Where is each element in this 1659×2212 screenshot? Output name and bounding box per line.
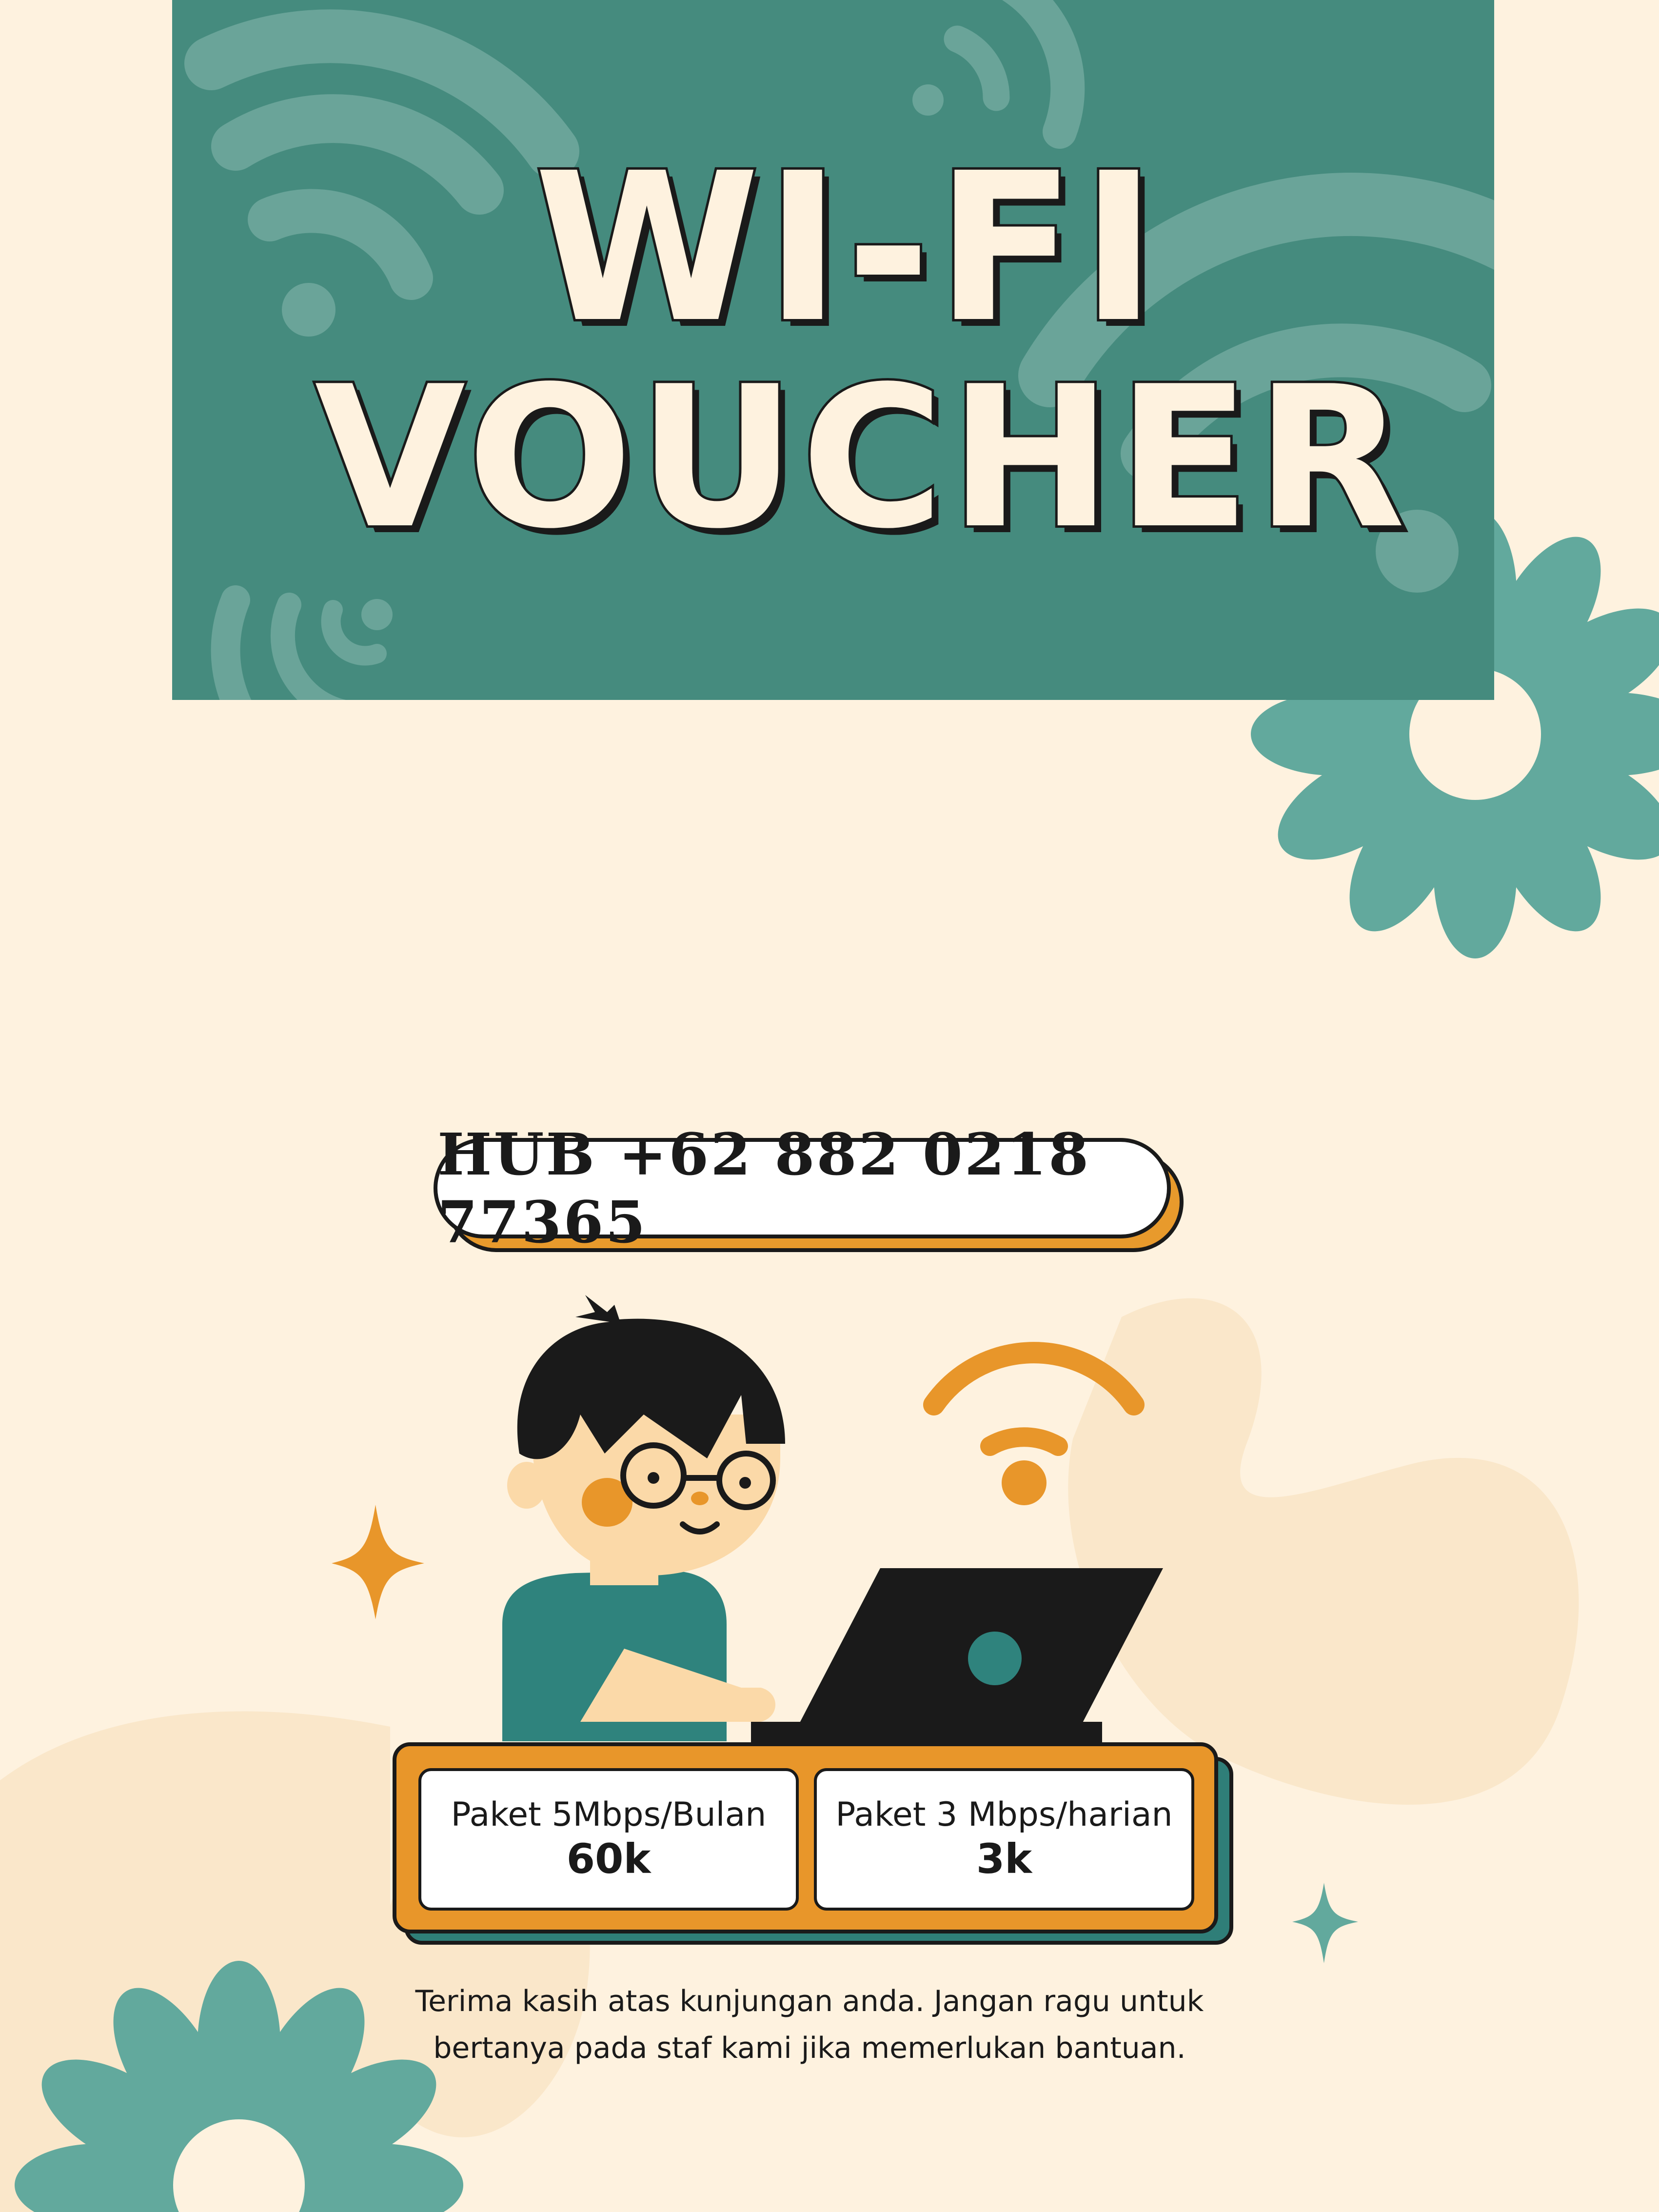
footer-note: Terima kasih atas kunjungan anda. Jangan… bbox=[361, 1978, 1258, 2072]
footer-line-1: Terima kasih atas kunjungan anda. Jangan… bbox=[415, 1984, 1204, 2018]
wifi-dot bbox=[1002, 1460, 1047, 1505]
package-price: 60k bbox=[566, 1835, 651, 1883]
sparkle-icon bbox=[1292, 1883, 1358, 1963]
laptop-icon bbox=[751, 1568, 1163, 1744]
package-name: Paket 5Mbps/Bulan bbox=[451, 1795, 767, 1834]
package-card-daily: Paket 3 Mbps/harian 3k bbox=[814, 1768, 1194, 1911]
package-name: Paket 3 Mbps/harian bbox=[835, 1795, 1173, 1834]
person-illustration bbox=[502, 1295, 785, 1741]
packages-panel: Paket 5Mbps/Bulan 60k Paket 3 Mbps/haria… bbox=[393, 1742, 1218, 1933]
contact-pill: HUB +62 882 0218 77365 bbox=[434, 1120, 1171, 1256]
package-card-monthly: Paket 5Mbps/Bulan 60k bbox=[418, 1768, 799, 1911]
sparkle-icon bbox=[332, 1505, 424, 1619]
title-line-2: VOUCHER bbox=[312, 345, 1410, 572]
title-line-1: WI-FI bbox=[532, 129, 1162, 368]
footer-line-2: bertanya pada staf kami jika memerlukan … bbox=[433, 2031, 1186, 2065]
package-price: 3k bbox=[976, 1835, 1032, 1883]
contact-text: HUB +62 882 0218 77365 bbox=[437, 1120, 1091, 1256]
page-title: WI-FI VOUCHER bbox=[172, 129, 1494, 572]
background-blob-right bbox=[1068, 1298, 1579, 1805]
wifi-icon bbox=[1002, 0, 1085, 149]
